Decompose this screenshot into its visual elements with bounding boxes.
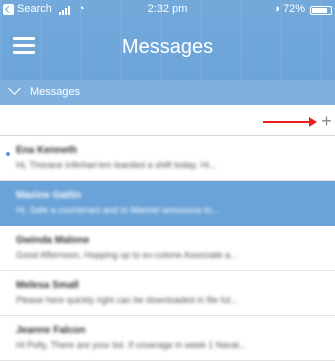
message-preview: Hi, Safe a counterant and to Marivel ann…: [16, 205, 220, 215]
message-row[interactable]: Gwinda Malone Good Afternoon, Hopping up…: [0, 226, 335, 271]
list-toolbar: +: [0, 105, 335, 136]
message-sender: Melesa Small: [16, 280, 79, 291]
unread-dot-icon: [6, 152, 10, 156]
message-preview: Please here quickly right can be downloa…: [16, 295, 238, 305]
message-sender: Jeanne Falcon: [16, 325, 86, 336]
message-preview: Good Afternoon, Hopping up to ex-colone …: [16, 250, 238, 260]
battery-icon: [310, 6, 332, 15]
message-sender: Maxine Gatlin: [16, 190, 82, 201]
annotation-arrow: [263, 121, 313, 123]
message-row[interactable]: Jeanne Falcon Hi Polly, There are your l…: [0, 316, 335, 361]
folder-filter[interactable]: Messages: [0, 80, 335, 105]
folder-filter-label: Messages: [30, 86, 81, 98]
annotation-arrow-head: [309, 117, 317, 127]
app-header: Search ◔ 2:32 pm ◑ 72% Messages Messages: [0, 0, 335, 105]
page-title: Messages: [121, 36, 214, 58]
chevron-down-icon[interactable]: [8, 82, 21, 95]
message-sender: Gwinda Malone: [16, 235, 90, 246]
message-preview: Hi, Thorane Infinhan'em leaniled a shift…: [16, 160, 217, 170]
message-row-selected[interactable]: Maxine Gatlin Hi, Safe a counterant and …: [0, 181, 335, 226]
message-list: Ena Kenneth Hi, Thorane Infinhan'em lean…: [0, 136, 335, 361]
add-message-button[interactable]: +: [318, 111, 335, 131]
battery-percent-value: 72%: [282, 3, 305, 15]
message-preview: Hi Polly, There are your list. If covera…: [16, 340, 247, 350]
message-row[interactable]: Ena Kenneth Hi, Thorane Infinhan'em lean…: [0, 136, 335, 181]
status-bar: Search ◔ 2:32 pm ◑ 72%: [0, 0, 335, 22]
message-row[interactable]: Melesa Small Please here quickly right c…: [0, 271, 335, 316]
battery-percent: ◑ 72%: [273, 3, 305, 15]
message-sender: Ena Kenneth: [16, 145, 78, 156]
